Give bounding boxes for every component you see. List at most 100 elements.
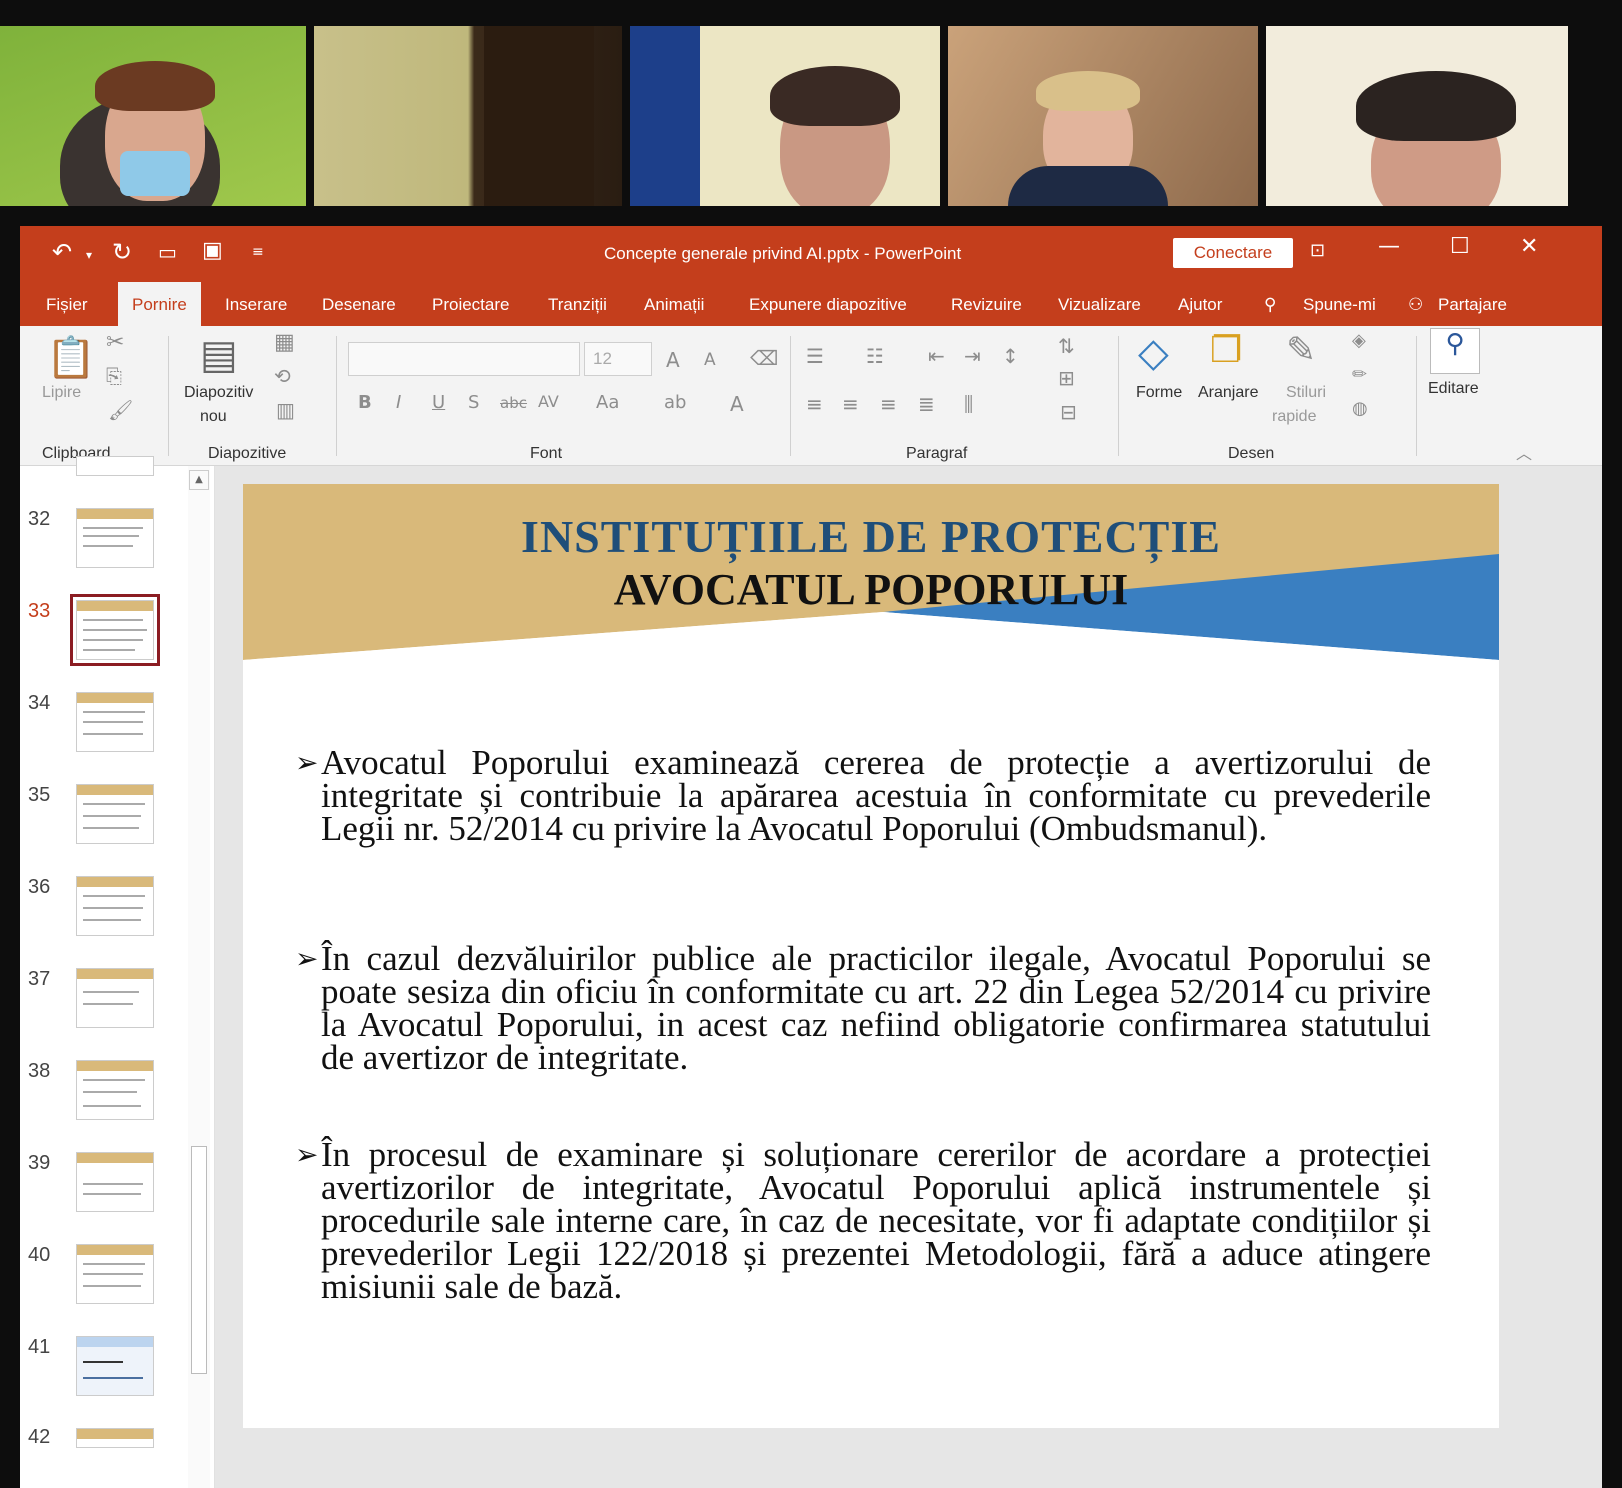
redo-icon[interactable]: ↻ [112,238,132,266]
save-icon[interactable]: ▣ [202,238,223,263]
copy-icon[interactable]: ⎘ [106,364,122,388]
text-direction-icon[interactable]: ⇅ [1058,334,1075,358]
paste-label[interactable]: Lipire [42,384,81,402]
line-spacing-icon[interactable]: ↕ [1002,344,1019,368]
tab-help[interactable]: Ajutor [1178,295,1222,315]
share-button[interactable]: Partajare [1438,295,1507,315]
new-slide-label[interactable]: Diapozitiv [184,384,253,402]
slide-number: 35 [28,784,51,806]
columns-icon[interactable]: ⫼ [964,392,973,416]
undo-icon[interactable]: ↶ [52,238,72,266]
tab-animations[interactable]: Animații [644,295,704,315]
tab-slideshow[interactable]: Expunere diapozitive [749,295,907,315]
shapes-label[interactable]: Forme [1136,384,1182,402]
format-painter-icon[interactable]: 🖌 [108,398,133,422]
collapse-ribbon-icon[interactable]: ︿ [1516,440,1532,464]
font-color-icon[interactable]: A [730,392,744,416]
justify-icon[interactable]: ≣ [918,392,935,416]
slide-thumbnail[interactable] [76,1336,154,1396]
shapes-icon[interactable]: ◇ [1138,330,1169,376]
align-center-icon[interactable]: ≡ [842,392,859,416]
section-icon[interactable]: ▥ [276,398,295,422]
char-spacing-icon[interactable]: AV [538,392,559,411]
underline-icon[interactable]: U [432,392,445,413]
tab-home[interactable]: Pornire [118,282,201,326]
paste-icon[interactable]: 📋 [46,334,96,381]
slide-thumbnail[interactable] [76,692,154,752]
arrange-label[interactable]: Aranjare [1198,384,1258,402]
scroll-up-icon[interactable]: ▲ [189,470,209,490]
shape-effects-icon[interactable]: ◍ [1352,398,1368,419]
slide-thumbnail[interactable] [76,784,154,844]
slide-thumbnail[interactable] [76,1428,154,1448]
video-tile-5[interactable] [1266,26,1568,206]
slide-thumbnail[interactable] [76,456,154,476]
quick-styles-label[interactable]: Stiluri [1286,384,1326,402]
customize-qat-icon[interactable]: ≡ [252,244,264,260]
change-case-icon[interactable]: Aa [596,392,619,413]
cut-icon[interactable]: ✂ [106,330,124,355]
slide-thumbnail[interactable] [76,508,154,568]
tab-review[interactable]: Revizuire [951,295,1022,315]
tab-draw[interactable]: Desenare [322,295,396,315]
thumbnail-scrollbar[interactable]: ▲ [188,466,210,1488]
clear-formatting-icon[interactable]: ⌫ [750,346,778,370]
quick-styles-icon[interactable]: ✎ [1286,330,1316,371]
ribbon-display-options-icon[interactable]: ⊡ [1310,240,1325,261]
undo-dropdown-icon[interactable]: ▾ [86,248,92,262]
group-label-slides: Diapozitive [208,445,287,462]
shrink-font-icon[interactable]: A [704,350,716,370]
connect-button[interactable]: Conectare [1173,238,1293,268]
layout-icon[interactable]: ▦ [274,330,295,355]
tab-transitions[interactable]: Tranziții [548,295,607,315]
arrange-icon[interactable]: ❐ [1210,330,1242,371]
slide-thumbnail[interactable] [76,1060,154,1120]
scroll-thumb[interactable] [191,1146,207,1374]
maximize-icon[interactable]: ☐ [1450,234,1470,259]
minimize-icon[interactable]: — [1378,234,1400,259]
quick-styles-label-2[interactable]: rapide [1272,408,1316,426]
tell-me-search[interactable]: Spune-mi [1303,295,1376,315]
shadow-icon[interactable]: S [468,392,479,413]
shape-fill-icon[interactable]: ◈ [1352,330,1366,351]
slide-thumbnail[interactable] [76,968,154,1028]
slide-number: 32 [28,508,51,530]
align-left-icon[interactable]: ≡ [806,392,823,416]
grow-font-icon[interactable]: A [666,348,680,372]
slide[interactable]: INSTITUȚIILE DE PROTECȚIE AVOCATUL POPOR… [243,484,1499,1428]
bullets-icon[interactable]: ☰ [806,344,824,368]
new-slide-label-2[interactable]: nou [200,408,227,426]
align-text-icon[interactable]: ⊞ [1058,366,1075,390]
slide-thumbnail[interactable] [76,1152,154,1212]
decrease-indent-icon[interactable]: ⇤ [928,344,945,368]
editing-icon[interactable]: ⚲ [1430,328,1480,374]
bold-icon[interactable]: B [358,392,372,413]
tab-view[interactable]: Vizualizare [1058,295,1141,315]
tab-insert[interactable]: Inserare [225,295,287,315]
numbering-icon[interactable]: ☷ [866,344,884,368]
reset-icon[interactable]: ⟲ [274,364,291,388]
video-tile-3[interactable] [630,26,940,206]
video-tile-1[interactable] [0,26,306,206]
slide-thumbnail[interactable] [76,876,154,936]
slide-thumbnail[interactable] [76,1244,154,1304]
new-slide-icon[interactable]: ▤ [200,332,238,378]
smartart-icon[interactable]: ⊟ [1060,400,1077,424]
video-tile-2[interactable] [314,26,622,206]
present-icon[interactable]: ▭ [158,240,177,264]
strikethrough-icon[interactable]: abc [500,394,527,412]
video-tile-4[interactable] [948,26,1258,206]
align-right-icon[interactable]: ≡ [880,392,897,416]
slide-thumbnail-selected[interactable] [70,594,160,666]
font-name-dropdown[interactable] [348,342,580,376]
italic-icon[interactable]: I [396,392,401,413]
tab-design[interactable]: Proiectare [432,295,509,315]
font-size-dropdown[interactable]: 12 [584,342,652,376]
highlight-icon[interactable]: ab [664,392,686,413]
tab-file[interactable]: Fișier [46,295,88,315]
increase-indent-icon[interactable]: ⇥ [964,344,981,368]
shape-outline-icon[interactable]: ✏ [1352,364,1367,385]
editing-label[interactable]: Editare [1428,380,1479,398]
ribbon-tabs: Fișier Pornire Inserare Desenare Proiect… [20,280,1602,326]
close-icon[interactable]: ✕ [1520,234,1538,259]
